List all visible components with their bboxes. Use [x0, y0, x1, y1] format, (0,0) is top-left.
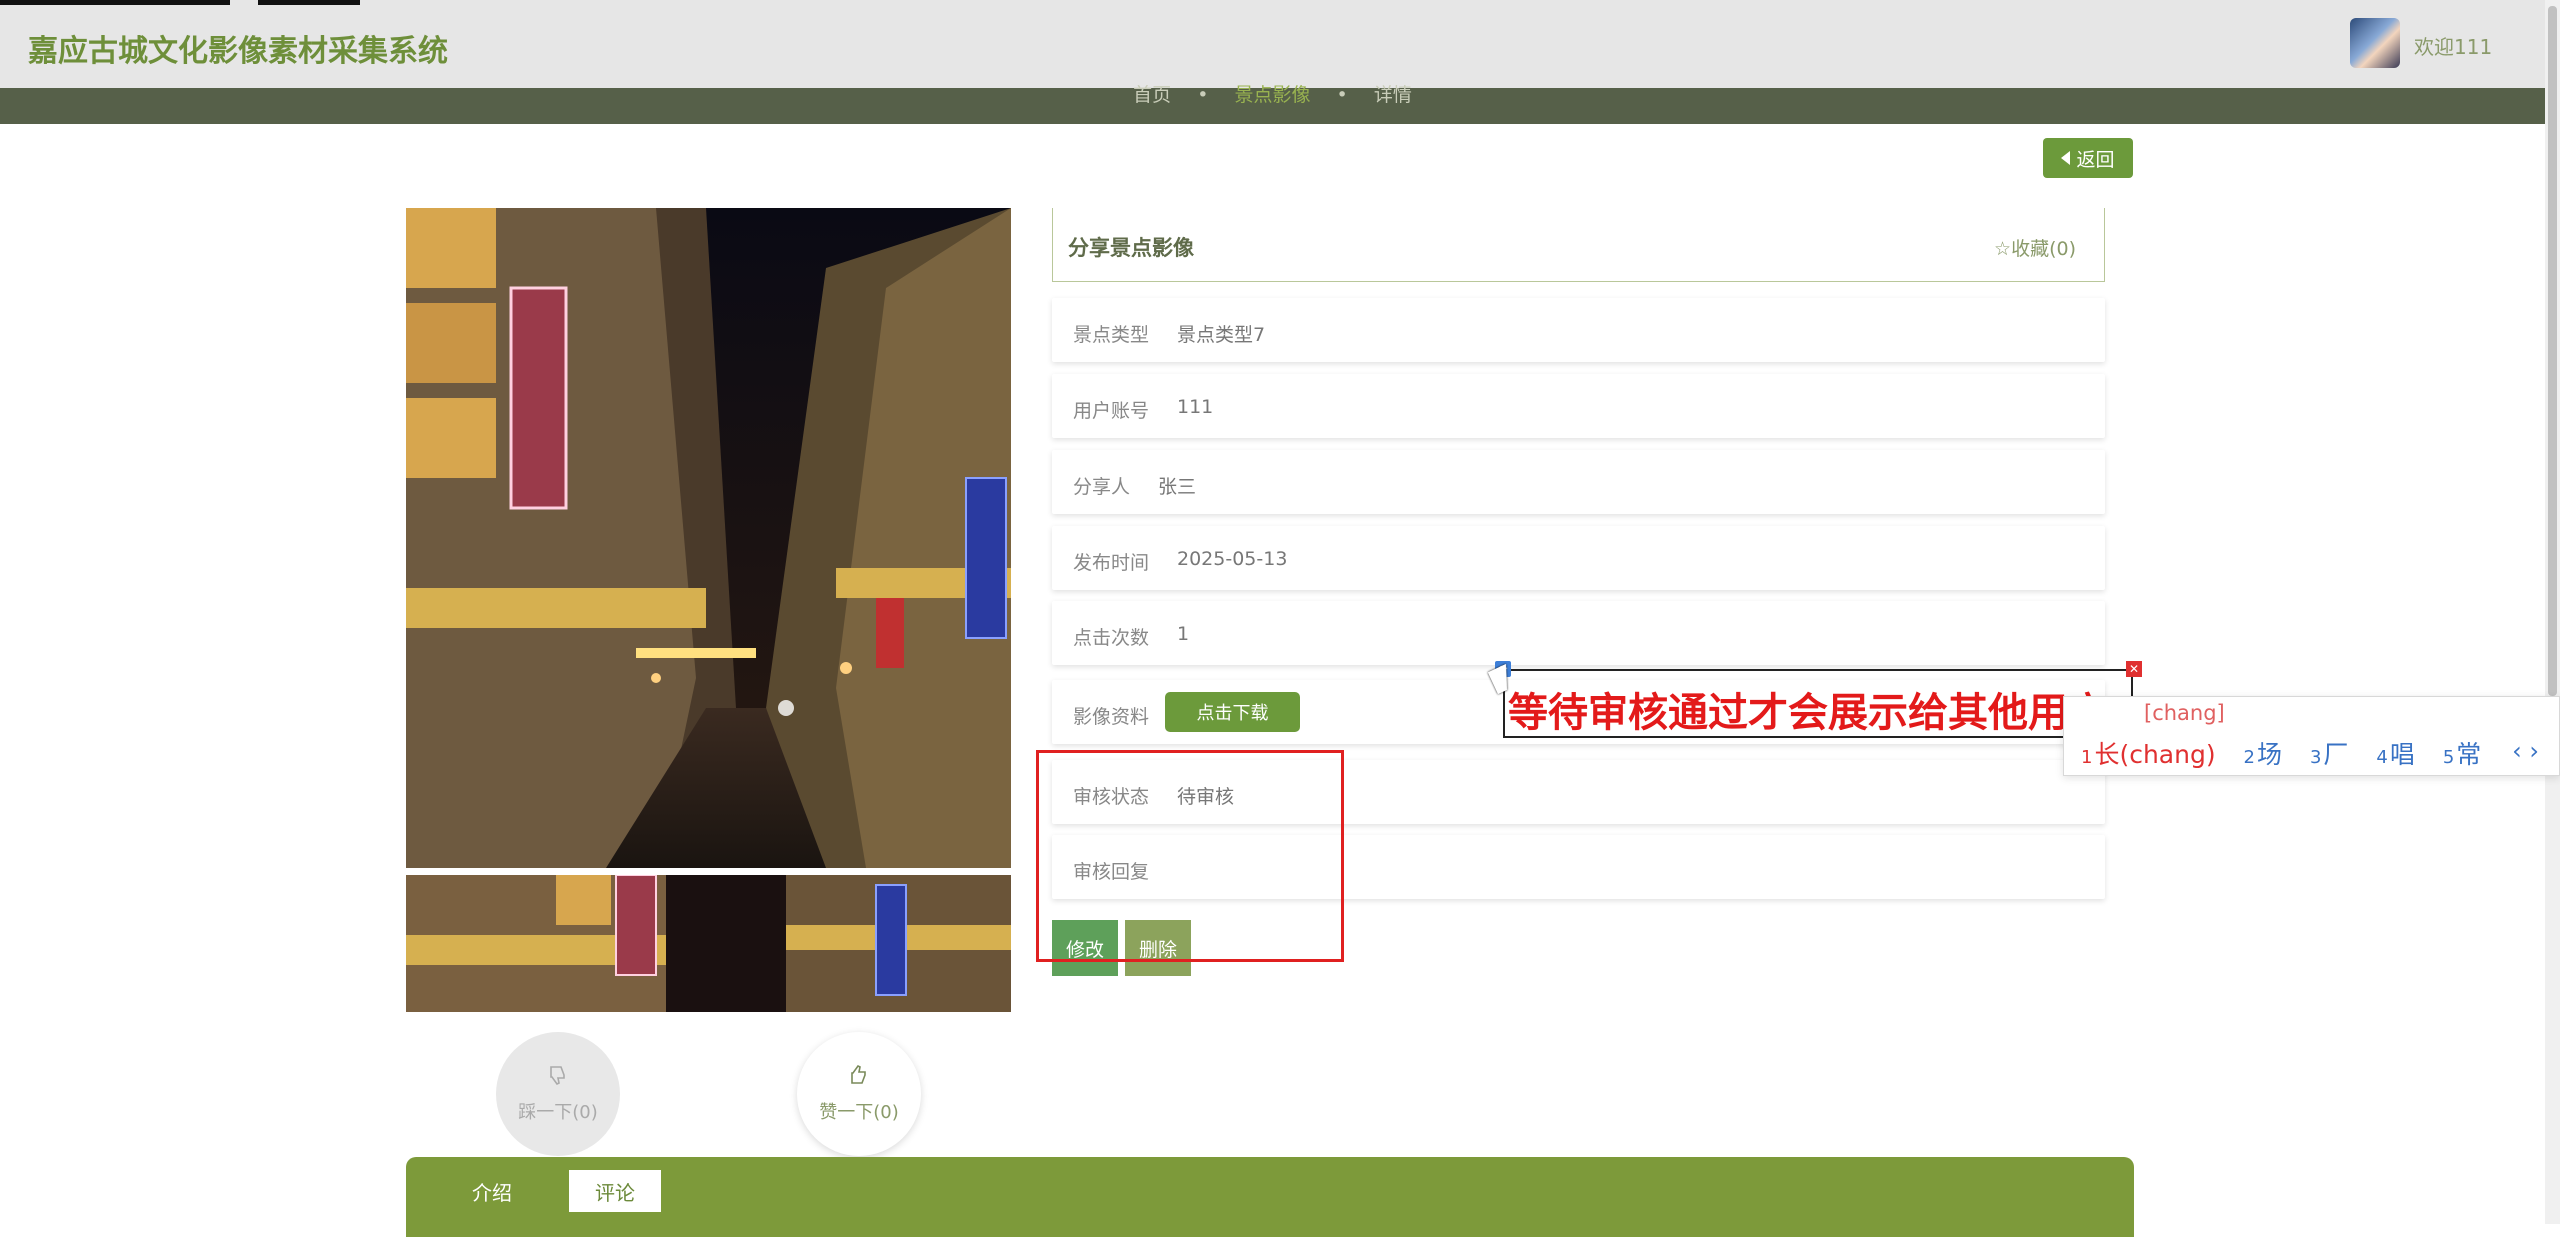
ime-page-arrows[interactable]: ‹ ›: [2512, 737, 2539, 765]
info-row-clicks: 点击次数 1: [1052, 601, 2105, 665]
favorite-button[interactable]: ☆收藏(0): [1994, 234, 2076, 261]
ime-pinyin: [chang]: [2144, 701, 2225, 725]
breadcrumb-current: 详情: [1373, 84, 1412, 106]
breadcrumb-separator: •: [1336, 84, 1348, 106]
detail-card-header: 分享景点影像 ☆收藏(0): [1052, 208, 2105, 282]
ime-candidate[interactable]: 4唱: [2376, 740, 2414, 769]
thumbnail-street-image: [406, 875, 1011, 1012]
row-label: 用户账号: [1073, 400, 1150, 422]
ime-candidates: 1长(chang) 2场 3厂 4唱 5常: [2081, 735, 2501, 771]
night-street-image: [406, 208, 1011, 868]
highlight-box: [1036, 750, 1344, 962]
window-strip: [0, 0, 230, 5]
annotation-text: 等待审核通过才会展示给其他用户: [1508, 690, 2108, 736]
row-value: 景点类型7: [1177, 324, 1266, 346]
row-label: 点击次数: [1073, 627, 1150, 649]
tab-intro[interactable]: 介绍: [446, 1170, 538, 1212]
caret-left-icon: [2061, 151, 2071, 165]
dislike-label: 踩一下(0): [518, 1102, 598, 1123]
breadcrumb-separator: •: [1197, 84, 1209, 106]
thumbs-up-icon: [848, 1064, 870, 1092]
row-value: 1: [1177, 623, 1190, 645]
row-value: 2025-05-13: [1177, 548, 1288, 570]
info-row-account: 用户账号 111: [1052, 374, 2105, 438]
dislike-button[interactable]: 踩一下(0): [496, 1032, 620, 1156]
card-title: 分享景点影像: [1068, 236, 1194, 260]
welcome-text[interactable]: 欢迎111: [2414, 31, 2492, 60]
tab-comments[interactable]: 评论: [569, 1170, 661, 1212]
info-row-sharer: 分享人 张三: [1052, 450, 2105, 514]
breadcrumb-section[interactable]: 景点影像: [1234, 84, 1310, 106]
ime-candidate[interactable]: 1长(chang): [2081, 740, 2216, 769]
tab-bar: 介绍 评论: [406, 1157, 2134, 1237]
thumbs-down-icon: [547, 1064, 569, 1092]
row-label: 景点类型: [1073, 324, 1150, 346]
info-row-type: 景点类型 景点类型7: [1052, 298, 2105, 362]
row-value: 111: [1177, 396, 1214, 418]
scrollbar-thumb[interactable]: [2548, 6, 2557, 696]
back-button[interactable]: 返回: [2043, 138, 2133, 178]
page-scrollbar[interactable]: [2545, 0, 2560, 1224]
window-strip: [258, 0, 360, 5]
user-avatar[interactable]: [2350, 18, 2400, 68]
row-label: 影像资料: [1073, 706, 1150, 728]
ime-candidate[interactable]: 2场: [2244, 740, 2282, 769]
row-label: 分享人: [1073, 476, 1131, 498]
ime-candidate[interactable]: 3厂: [2310, 740, 2348, 769]
info-row-publish-time: 发布时间 2025-05-13: [1052, 526, 2105, 590]
site-title[interactable]: 嘉应古城文化影像素材采集系统: [28, 26, 448, 70]
like-button[interactable]: 赞一下(0): [797, 1032, 921, 1156]
row-value: 张三: [1158, 476, 1197, 498]
ime-candidate-window: [chang] 1长(chang) 2场 3厂 4唱 5常 ‹ ›: [2063, 696, 2560, 776]
download-button[interactable]: 点击下载: [1165, 692, 1300, 732]
back-button-label: 返回: [2076, 148, 2115, 171]
breadcrumb-home[interactable]: 首页: [1133, 84, 1171, 106]
ime-candidate[interactable]: 5常: [2443, 740, 2481, 769]
row-label: 发布时间: [1073, 552, 1150, 574]
thumbnail-photo[interactable]: [406, 875, 1011, 1012]
breadcrumb: 首页 • 景点影像 • 详情: [0, 80, 2545, 107]
close-icon[interactable]: ✕: [2126, 661, 2142, 677]
like-label: 赞一下(0): [819, 1102, 899, 1123]
top-header: 嘉应古城文化影像素材采集系统 欢迎111: [0, 0, 2545, 88]
main-photo[interactable]: [406, 208, 1011, 868]
